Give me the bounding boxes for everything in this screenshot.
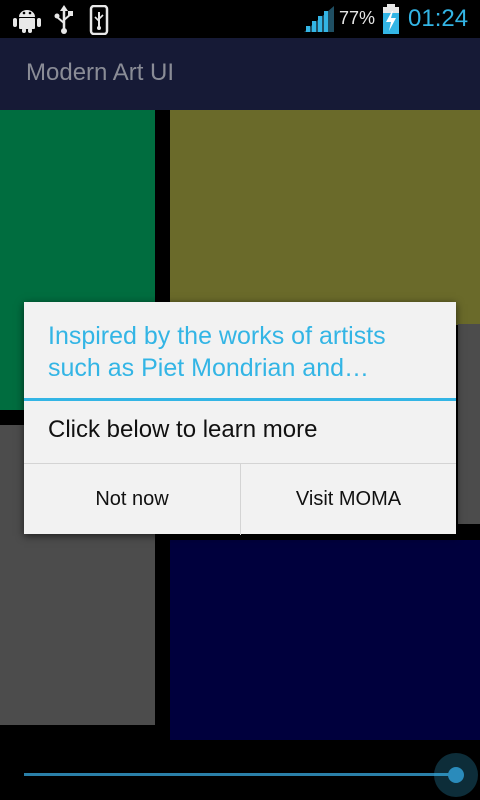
dialog-title-divider — [24, 398, 456, 401]
signal-icon — [304, 6, 334, 32]
color-seekbar[interactable] — [0, 753, 480, 800]
usb-storage-icon — [89, 5, 109, 35]
usb-icon — [54, 5, 73, 34]
info-dialog: Inspired by the works of artists such as… — [24, 302, 456, 535]
dialog-title: Inspired by the works of artists such as… — [48, 322, 386, 382]
app-title: Modern Art UI — [26, 59, 175, 86]
seekbar-thumb[interactable] — [448, 767, 464, 783]
not-now-button[interactable]: Not now — [24, 464, 241, 535]
navy-rectangle — [170, 540, 480, 740]
gray-rectangle-right — [458, 324, 480, 524]
battery-percent: 77% — [339, 8, 376, 28]
action-bar: Modern Art UI — [0, 38, 480, 110]
visit-moma-button[interactable]: Visit MOMA — [241, 464, 456, 535]
dialog-button-bar: Not now Visit MOMA — [24, 463, 456, 535]
clock: 01:24 — [408, 5, 469, 32]
battery-charging-icon — [383, 4, 399, 34]
dialog-message: Click below to learn more — [48, 416, 318, 443]
olive-rectangle — [170, 110, 480, 325]
android-debug-icon — [13, 10, 41, 33]
seekbar-track[interactable] — [24, 773, 456, 776]
status-bar: 77% 01:24 — [0, 0, 480, 38]
